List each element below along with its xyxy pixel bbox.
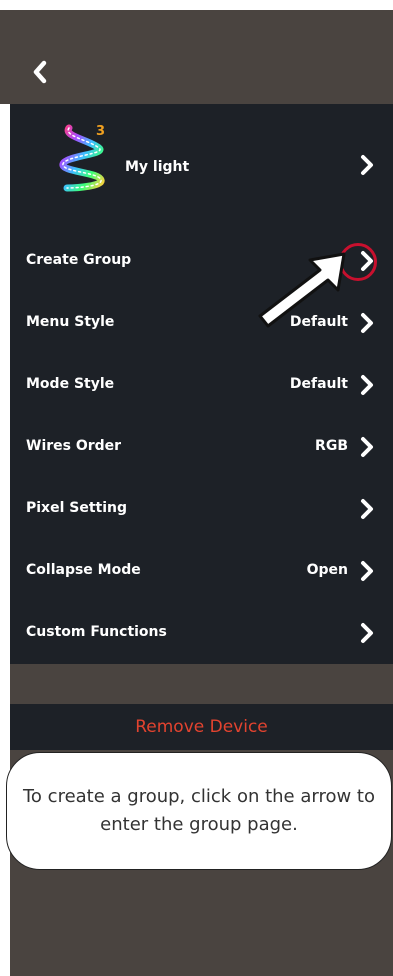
chevron-right-icon	[361, 313, 373, 333]
chevron-right-icon	[361, 499, 373, 519]
top-bar	[0, 0, 393, 104]
remove-device-button[interactable]: Remove Device	[10, 704, 393, 750]
tooltip-text: To create a group, click on the arrow to…	[23, 786, 375, 835]
row-label: Create Group	[26, 252, 132, 268]
row-value: RGB	[315, 438, 348, 454]
device-count-badge: 3	[96, 124, 106, 139]
chevron-left-icon	[33, 60, 47, 84]
row-label: Menu Style	[26, 314, 115, 330]
row-value: Open	[306, 562, 348, 578]
chevron-right-icon	[361, 561, 373, 581]
mode-style-row[interactable]: Mode Style Default	[10, 354, 393, 416]
settings-list: 3 My light Create Group Menu Style Defau…	[10, 104, 393, 664]
device-name: My light	[125, 159, 190, 175]
tutorial-tooltip: To create a group, click on the arrow to…	[6, 752, 392, 870]
chevron-right-icon	[361, 437, 373, 457]
chevron-right-icon	[361, 375, 373, 395]
wires-order-row[interactable]: Wires Order RGB	[10, 416, 393, 478]
section-spacer	[10, 664, 393, 704]
remove-device-label: Remove Device	[135, 717, 268, 737]
status-strip	[0, 0, 393, 10]
pixel-setting-row[interactable]: Pixel Setting	[10, 478, 393, 540]
chevron-right-icon	[361, 155, 373, 175]
back-button[interactable]	[20, 52, 60, 92]
arrow-pointer-icon	[258, 252, 346, 328]
row-label: Custom Functions	[26, 624, 167, 640]
chevron-right-icon	[361, 623, 373, 643]
row-value: Default	[289, 376, 348, 392]
row-label: Pixel Setting	[26, 500, 128, 516]
device-row[interactable]: 3 My light	[10, 104, 393, 226]
row-label: Collapse Mode	[26, 562, 141, 578]
custom-functions-row[interactable]: Custom Functions	[10, 602, 393, 664]
collapse-mode-row[interactable]: Collapse Mode Open	[10, 540, 393, 602]
row-label: Wires Order	[26, 438, 122, 454]
row-label: Mode Style	[26, 376, 115, 392]
